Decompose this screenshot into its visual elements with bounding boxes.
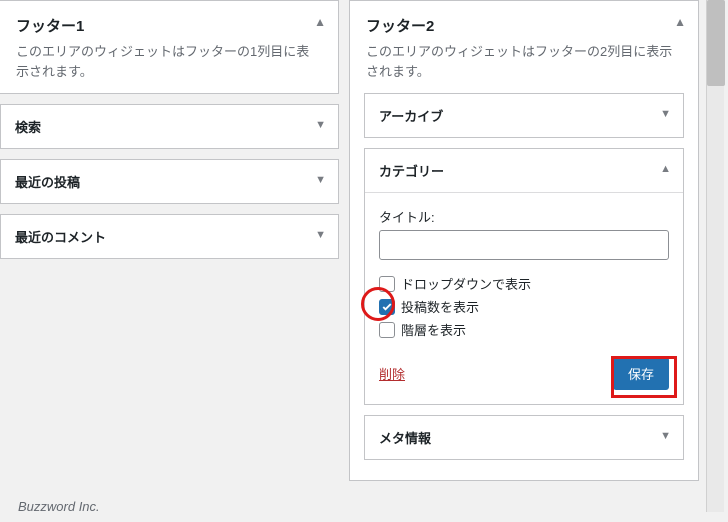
chevron-down-icon: ▼ xyxy=(315,229,326,241)
widget-category-header[interactable]: カテゴリー ▲ xyxy=(365,149,683,192)
delete-link[interactable]: 削除 xyxy=(379,364,405,383)
widget-label: 最近の投稿 xyxy=(15,175,80,190)
footer1-section: フッター1 ▲ このエリアのウィジェットはフッターの1列目に表示されます。 xyxy=(0,0,339,94)
chevron-up-icon[interactable]: ▲ xyxy=(314,15,326,29)
widget-label: 検索 xyxy=(15,120,41,135)
widget-meta[interactable]: メタ情報 ▼ xyxy=(364,415,684,460)
widget-recent-posts[interactable]: 最近の投稿 ▼ xyxy=(0,159,339,204)
title-field-label: タイトル: xyxy=(379,207,669,226)
widget-archive[interactable]: アーカイブ ▼ xyxy=(364,93,684,138)
checkbox-hierarchy[interactable] xyxy=(379,322,395,338)
chevron-down-icon: ▼ xyxy=(660,430,671,442)
widget-label: メタ情報 xyxy=(379,431,431,446)
widget-label: 最近のコメント xyxy=(15,230,106,245)
widget-label: カテゴリー xyxy=(379,164,444,179)
title-input[interactable] xyxy=(379,230,669,260)
footer1-title: フッター1 xyxy=(16,15,322,36)
footer-credit: Buzzword Inc. xyxy=(18,499,100,514)
chevron-down-icon: ▼ xyxy=(660,108,671,120)
footer2-section: フッター2 ▲ このエリアのウィジェットはフッターの2列目に表示されます。 アー… xyxy=(349,0,699,481)
chevron-down-icon: ▼ xyxy=(315,119,326,131)
widget-recent-comments[interactable]: 最近のコメント ▼ xyxy=(0,214,339,259)
widget-search[interactable]: 検索 ▼ xyxy=(0,104,339,149)
checkbox-show-count[interactable] xyxy=(379,299,395,315)
scrollbar[interactable] xyxy=(706,0,724,512)
chevron-up-icon[interactable]: ▲ xyxy=(674,15,686,29)
chevron-down-icon: ▼ xyxy=(315,174,326,186)
chevron-up-icon: ▲ xyxy=(660,163,671,175)
save-button[interactable]: 保存 xyxy=(613,357,669,390)
footer2-description: このエリアのウィジェットはフッターの2列目に表示されます。 xyxy=(366,42,682,91)
checkbox-dropdown-label: ドロップダウンで表示 xyxy=(401,274,531,293)
footer1-description: このエリアのウィジェットはフッターの1列目に表示されます。 xyxy=(16,42,322,91)
checkbox-hierarchy-label: 階層を表示 xyxy=(401,320,466,339)
widget-category: カテゴリー ▲ タイトル: ドロップダウンで表示 xyxy=(364,148,684,405)
widget-label: アーカイブ xyxy=(379,109,443,124)
checkbox-dropdown[interactable] xyxy=(379,276,395,292)
checkbox-show-count-label: 投稿数を表示 xyxy=(401,297,479,316)
footer2-title: フッター2 xyxy=(366,15,682,36)
